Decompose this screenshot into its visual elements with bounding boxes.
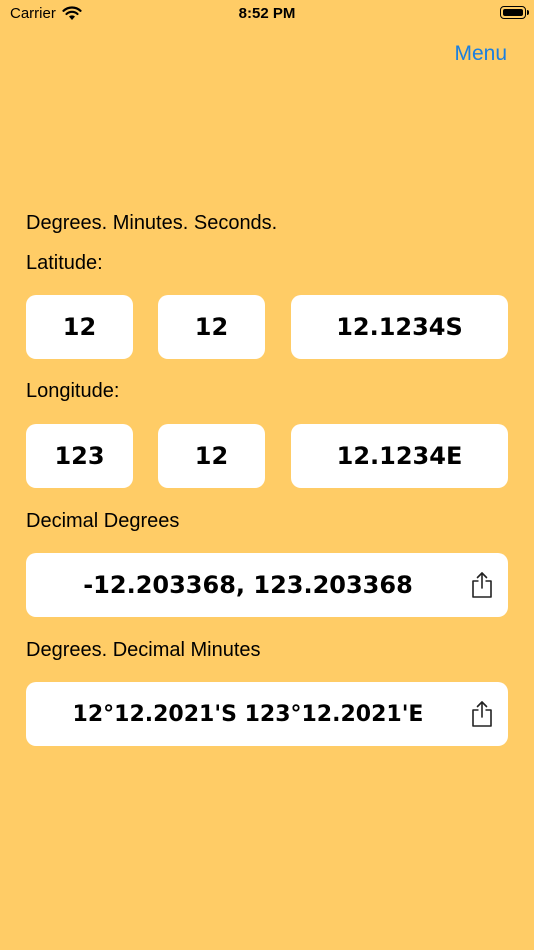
decimal-minutes-value: 12°12.2021'S 123°12.2021'E (72, 701, 424, 727)
status-bar: Carrier 8:52 PM (0, 0, 534, 30)
latitude-minutes-value: 12 (194, 313, 229, 341)
longitude-degrees-value: 123 (54, 442, 105, 470)
decimal-degrees-label: Decimal Degrees (26, 510, 180, 532)
longitude-minutes-value: 12 (194, 442, 229, 470)
latitude-degrees-value: 12 (62, 313, 97, 341)
battery-icon (500, 6, 529, 19)
longitude-seconds-field[interactable]: 12.1234E (291, 424, 508, 488)
latitude-degrees-field[interactable]: 12 (26, 295, 133, 359)
decimal-degrees-field: -12.203368, 123.203368 (26, 553, 508, 617)
menu-button[interactable]: Menu (454, 42, 507, 66)
latitude-label: Latitude: (26, 252, 103, 274)
status-time: 8:52 PM (238, 5, 296, 22)
dms-heading: Degrees. Minutes. Seconds. (26, 212, 278, 234)
longitude-label: Longitude: (26, 380, 120, 402)
decimal-minutes-field: 12°12.2021'S 123°12.2021'E (26, 682, 508, 746)
latitude-seconds-value: 12.1234S (336, 313, 463, 341)
decimal-degrees-value: -12.203368, 123.203368 (83, 571, 413, 599)
latitude-minutes-field[interactable]: 12 (158, 295, 265, 359)
longitude-seconds-value: 12.1234E (336, 442, 463, 470)
latitude-seconds-field[interactable]: 12.1234S (291, 295, 508, 359)
share-icon[interactable] (470, 700, 494, 728)
longitude-degrees-field[interactable]: 123 (26, 424, 133, 488)
decimal-minutes-label: Degrees. Decimal Minutes (26, 639, 261, 661)
share-icon[interactable] (470, 571, 494, 599)
longitude-minutes-field[interactable]: 12 (158, 424, 265, 488)
